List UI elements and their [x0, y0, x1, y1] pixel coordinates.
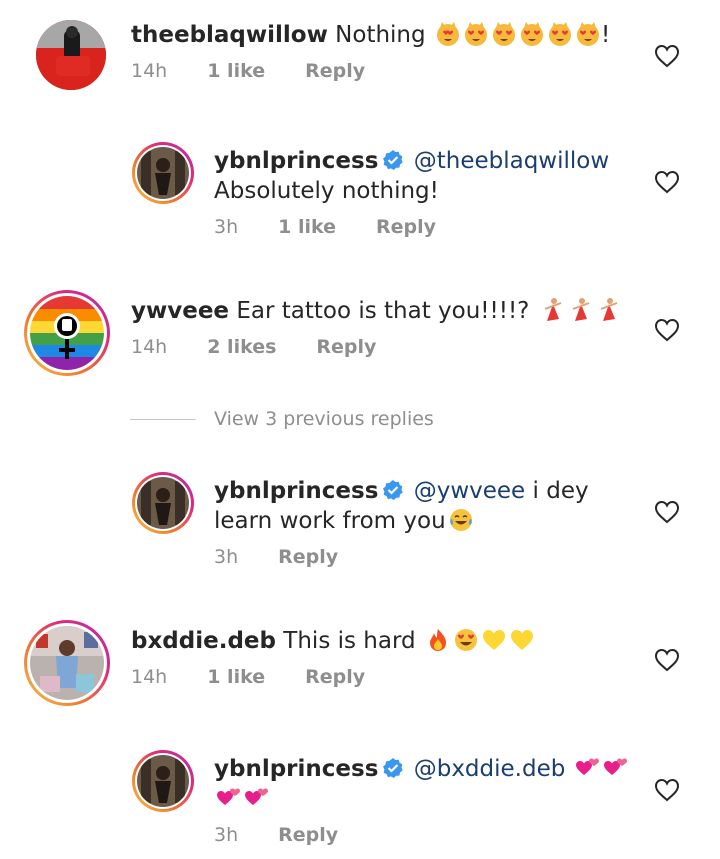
reply-button[interactable]: Reply: [316, 336, 376, 358]
like-heart-icon[interactable]: [654, 648, 680, 672]
comment-theeblaqwillow: theeblaqwillow Nothing ! 14h 1 like Repl…: [0, 20, 720, 100]
like-heart-icon[interactable]: [654, 44, 680, 68]
yellow-heart-emoji: [482, 630, 505, 650]
comment-username[interactable]: bxddie.deb: [131, 628, 276, 654]
reply-button[interactable]: Reply: [305, 60, 365, 82]
reply-button[interactable]: Reply: [376, 216, 436, 238]
tears-of-joy-emoji: [449, 509, 472, 531]
heart-eyes-emoji: [454, 629, 477, 651]
emoji-row: [423, 628, 535, 654]
avatar[interactable]: [132, 142, 194, 204]
comment-bxddie-deb: bxddie.deb This is hard 14h 1 like Reply: [0, 620, 720, 710]
verified-badge-icon: [383, 758, 404, 778]
avatar[interactable]: [132, 472, 194, 534]
comment-time: 3h: [214, 216, 239, 238]
view-previous-replies[interactable]: View 3 previous replies: [130, 408, 434, 430]
yellow-heart-emoji: [510, 630, 533, 650]
fire-emoji: [429, 629, 446, 651]
two-hearts-emoji-row: [573, 756, 629, 782]
heart-eyes-cat-emoji-row: [433, 22, 601, 48]
comment-ywveee: ywveee Ear tattoo is that you!!!!? 14h 2…: [0, 290, 720, 380]
comment-likes[interactable]: 2 likes: [207, 336, 276, 358]
avatar[interactable]: [36, 20, 106, 90]
avatar[interactable]: [24, 290, 110, 376]
reply-button[interactable]: Reply: [278, 824, 338, 846]
reply-button[interactable]: Reply: [305, 666, 365, 688]
comment-time: 14h: [131, 336, 168, 358]
two-hearts-emoji-row-2: [214, 786, 270, 812]
comment-time: 14h: [131, 666, 168, 688]
verified-badge-icon: [383, 150, 404, 170]
comment-text: Ear tattoo is that you!!!!?: [236, 298, 530, 324]
verified-badge-icon: [383, 480, 404, 500]
comment-time: 14h: [131, 60, 168, 82]
like-heart-icon[interactable]: [654, 500, 680, 524]
avatar[interactable]: [24, 620, 110, 706]
comment-text: This is hard: [283, 628, 416, 654]
mention-link[interactable]: @bxddie.deb: [414, 756, 566, 782]
view-replies-label[interactable]: View 3 previous replies: [214, 408, 434, 430]
comment-likes[interactable]: 1 like: [278, 216, 336, 238]
comment-likes[interactable]: 1 like: [207, 666, 265, 688]
reply-button[interactable]: Reply: [278, 546, 338, 568]
mention-link[interactable]: @ywveee: [414, 478, 526, 504]
comment-text: i dey: [532, 478, 589, 504]
reply-ybnlprincess-1: ybnlprincess @theeblaqwillow Absolutely …: [0, 142, 720, 242]
reply-ybnlprincess-3: ybnlprincess @bxddie.deb 3h Reply: [0, 750, 720, 859]
comment-time: 3h: [214, 824, 239, 846]
like-heart-icon[interactable]: [654, 318, 680, 342]
comment-text: Absolutely nothing!: [214, 178, 439, 204]
comments-thread: theeblaqwillow Nothing ! 14h 1 like Repl…: [0, 0, 720, 859]
dancer-emoji-row: [537, 298, 621, 324]
comment-username[interactable]: ybnlprincess: [214, 148, 378, 174]
comment-time: 3h: [214, 546, 239, 568]
like-heart-icon[interactable]: [654, 778, 680, 802]
mention-link[interactable]: @theeblaqwillow: [414, 148, 609, 174]
like-heart-icon[interactable]: [654, 170, 680, 194]
comment-username[interactable]: theeblaqwillow: [131, 22, 328, 48]
comment-text: learn work from you: [214, 508, 446, 534]
comment-suffix: !: [600, 22, 611, 48]
comment-likes[interactable]: 1 like: [207, 60, 265, 82]
reply-ybnlprincess-2: ybnlprincess @ywveee i dey learn work fr…: [0, 472, 720, 572]
comment-text: Nothing: [335, 22, 426, 48]
comment-username[interactable]: ybnlprincess: [214, 756, 378, 782]
comment-username[interactable]: ywveee: [131, 298, 229, 324]
comment-username[interactable]: ybnlprincess: [214, 478, 378, 504]
avatar[interactable]: [132, 750, 194, 812]
divider-line: [130, 418, 196, 420]
